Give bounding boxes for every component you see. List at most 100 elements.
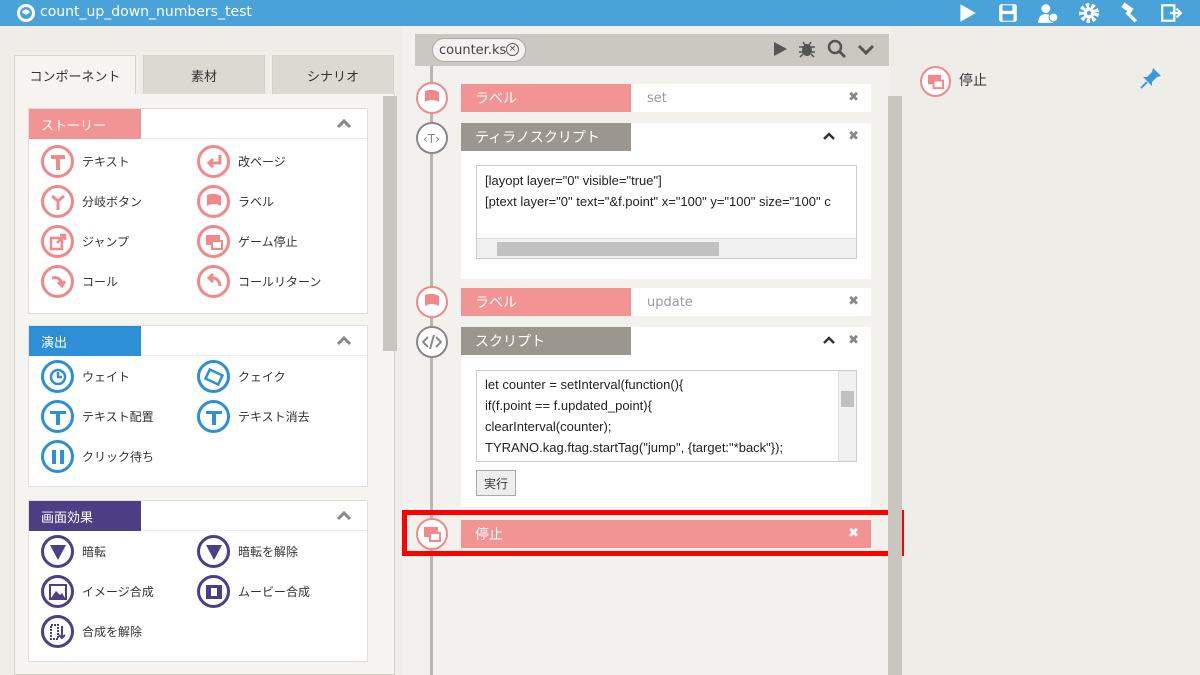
tab-scenario[interactable]: シナリオ bbox=[272, 55, 394, 95]
section-story: ストーリー テキスト 改ページ 分岐ボタン ラベル ジャンプ ゲーム停止 コール… bbox=[28, 108, 368, 314]
svg-text:‹T›: ‹T› bbox=[423, 132, 440, 146]
row-type: ラベル bbox=[461, 84, 631, 112]
play-icon[interactable] bbox=[769, 37, 791, 61]
tyrano-script-icon: ‹T› bbox=[416, 122, 448, 154]
tyrano-code-editor[interactable]: [layopt layer="0" visible="true"] [ptext… bbox=[476, 165, 857, 259]
section-effects-label: 演出 bbox=[29, 326, 141, 356]
section-screen-effects: 画面効果 暗転 暗転を解除 イメージ合成 ムービー合成 合成を解除 bbox=[28, 500, 368, 662]
title-bar: count_up_down_numbers_test bbox=[0, 0, 1200, 26]
stop-window-icon bbox=[197, 225, 230, 258]
tab-materials[interactable]: 素材 bbox=[143, 55, 265, 95]
clock-icon bbox=[41, 360, 74, 393]
file-tab-label: counter.ks bbox=[439, 42, 507, 58]
selection-highlight bbox=[402, 510, 904, 556]
file-tab[interactable]: counter.ks × bbox=[432, 38, 526, 62]
section-effects: 演出 ウェイト クェイク テキスト配置 テキスト消去 クリック待ち bbox=[28, 325, 368, 487]
exit-icon[interactable] bbox=[1157, 0, 1185, 26]
app-logo-icon bbox=[17, 4, 35, 22]
timeline bbox=[430, 66, 433, 675]
film-icon bbox=[197, 575, 230, 608]
flag-icon bbox=[416, 286, 448, 318]
shake-icon bbox=[197, 360, 230, 393]
component-image-compose[interactable]: イメージ合成 bbox=[41, 575, 154, 608]
users-icon[interactable] bbox=[1034, 0, 1062, 26]
code-icon bbox=[416, 326, 448, 358]
collapse-icon[interactable] bbox=[823, 130, 835, 142]
chevron-down-icon[interactable] bbox=[855, 37, 877, 61]
build-icon[interactable] bbox=[1116, 0, 1144, 26]
delete-icon[interactable]: ✖ bbox=[848, 90, 859, 105]
tab-components[interactable]: コンポーネント bbox=[14, 55, 136, 95]
bug-icon[interactable] bbox=[796, 37, 818, 61]
section-effects-header[interactable]: 演出 bbox=[29, 326, 367, 356]
call-icon bbox=[41, 265, 74, 298]
row-type: ティラノスクリプト bbox=[461, 123, 631, 151]
component-darken[interactable]: 暗転 bbox=[41, 535, 106, 568]
component-text-position[interactable]: テキスト配置 bbox=[41, 400, 154, 433]
pin-icon[interactable] bbox=[1139, 66, 1163, 90]
text-icon bbox=[41, 145, 74, 178]
component-wait[interactable]: ウェイト bbox=[41, 360, 130, 393]
component-text[interactable]: テキスト bbox=[41, 145, 130, 178]
component-undarken[interactable]: 暗転を解除 bbox=[197, 535, 298, 568]
search-icon[interactable] bbox=[826, 37, 848, 61]
text-position-icon bbox=[41, 400, 74, 433]
component-quake[interactable]: クェイク bbox=[197, 360, 286, 393]
compose-clear-icon bbox=[41, 615, 74, 648]
component-label[interactable]: ラベル bbox=[197, 185, 274, 218]
script-code-editor[interactable]: let counter = setInterval(function(){ if… bbox=[476, 370, 857, 462]
close-tab-icon[interactable]: × bbox=[506, 43, 519, 56]
component-click-wait[interactable]: クリック待ち bbox=[41, 440, 154, 473]
component-movie-compose[interactable]: ムービー合成 bbox=[197, 575, 310, 608]
row-type: ラベル bbox=[461, 288, 631, 316]
component-jump[interactable]: ジャンプ bbox=[41, 225, 129, 258]
flag-icon bbox=[416, 82, 448, 114]
run-button[interactable]: 実行 bbox=[476, 470, 516, 496]
chevron-up-icon[interactable] bbox=[335, 332, 353, 350]
branch-icon bbox=[41, 185, 74, 218]
component-page-break[interactable]: 改ページ bbox=[197, 145, 286, 178]
delete-icon[interactable]: ✖ bbox=[848, 333, 859, 348]
property-title: 停止 bbox=[959, 73, 987, 89]
delete-icon[interactable]: ✖ bbox=[848, 294, 859, 309]
section-story-header[interactable]: ストーリー bbox=[29, 109, 367, 139]
unfade-icon bbox=[197, 535, 230, 568]
return-icon bbox=[197, 145, 230, 178]
play-icon[interactable] bbox=[953, 0, 981, 26]
row-type: スクリプト bbox=[461, 327, 631, 355]
section-screen-effects-label: 画面効果 bbox=[29, 501, 141, 531]
component-call[interactable]: コール bbox=[41, 265, 118, 298]
component-game-stop[interactable]: ゲーム停止 bbox=[197, 225, 298, 258]
stop-window-icon bbox=[920, 66, 951, 97]
chevron-up-icon[interactable] bbox=[335, 115, 353, 133]
horizontal-scrollbar[interactable] bbox=[477, 238, 856, 258]
text-clear-icon bbox=[197, 400, 230, 433]
delete-icon[interactable]: ✖ bbox=[848, 129, 859, 144]
left-scrollbar[interactable] bbox=[383, 96, 397, 351]
component-compose-clear[interactable]: 合成を解除 bbox=[41, 615, 142, 648]
collapse-icon[interactable] bbox=[823, 334, 835, 346]
label-row-set[interactable]: ラベル set ✖ bbox=[461, 84, 871, 112]
gear-icon[interactable] bbox=[1075, 0, 1103, 26]
component-branch-button[interactable]: 分岐ボタン bbox=[41, 185, 142, 218]
component-tabs: コンポーネント 素材 シナリオ bbox=[14, 55, 395, 95]
component-call-return[interactable]: コールリターン bbox=[197, 265, 321, 298]
vertical-scrollbar[interactable] bbox=[838, 371, 856, 461]
properties-panel: 停止 bbox=[904, 56, 1200, 675]
label-value[interactable]: update bbox=[647, 288, 693, 316]
section-story-label: ストーリー bbox=[29, 109, 141, 139]
editor-scrollbar[interactable] bbox=[888, 96, 902, 675]
label-row-update[interactable]: ラベル update ✖ bbox=[461, 288, 871, 316]
fade-icon bbox=[41, 535, 74, 568]
label-value[interactable]: set bbox=[647, 84, 667, 112]
flag-icon bbox=[197, 185, 230, 218]
save-icon[interactable] bbox=[994, 0, 1022, 26]
jump-icon bbox=[41, 225, 74, 258]
section-screen-effects-header[interactable]: 画面効果 bbox=[29, 501, 367, 531]
undo-icon bbox=[197, 265, 230, 298]
image-icon bbox=[41, 575, 74, 608]
chevron-up-icon[interactable] bbox=[335, 507, 353, 525]
pause-icon bbox=[41, 440, 74, 473]
window-title: count_up_down_numbers_test bbox=[40, 4, 252, 20]
component-text-clear[interactable]: テキスト消去 bbox=[197, 400, 310, 433]
